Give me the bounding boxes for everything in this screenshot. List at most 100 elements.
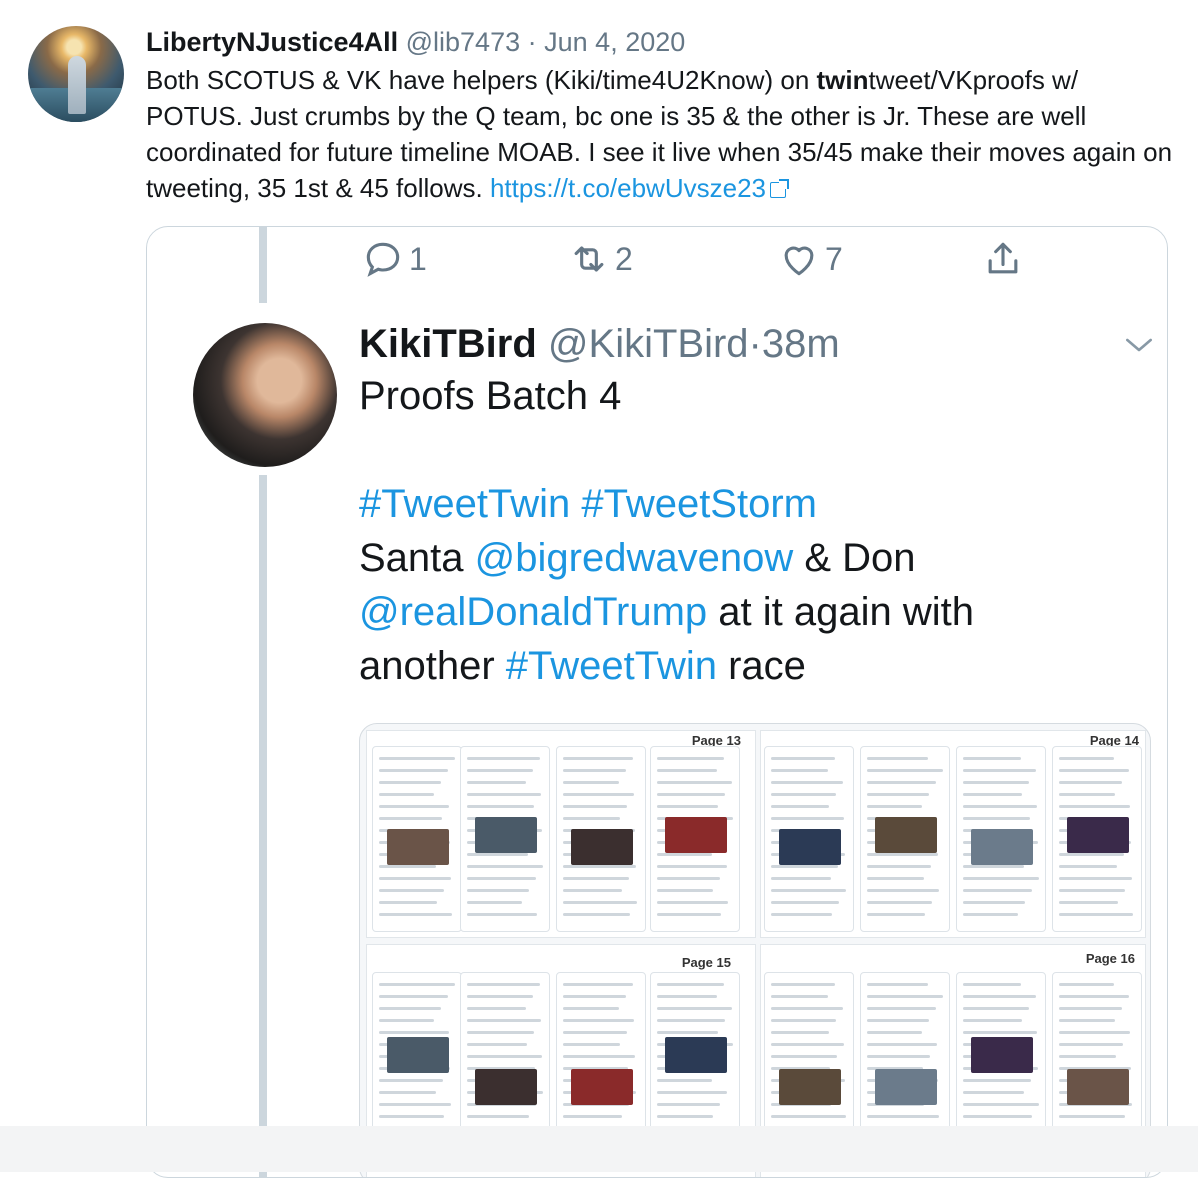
screen-photo: [875, 1069, 937, 1105]
retweet-action[interactable]: 2: [567, 237, 633, 281]
screen-text-line: [467, 865, 543, 868]
screen-photo: [665, 817, 727, 853]
screen-text-line: [563, 1019, 634, 1022]
screen-text-line: [963, 793, 1022, 796]
screen-text-line: [771, 1019, 836, 1022]
mention-realdonaldtrump[interactable]: @realDonaldTrump: [359, 590, 707, 634]
screen-text-line: [657, 757, 724, 760]
screen-text-line: [963, 817, 1030, 820]
screen-text-line: [867, 913, 925, 916]
screen-text-line: [467, 853, 528, 856]
screen-photo: [475, 817, 537, 853]
embedded-author-handle[interactable]: @KikiTBird: [548, 322, 749, 366]
screen-text-line: [771, 889, 846, 892]
collage-phone-screen: [956, 746, 1046, 932]
screen-text-line: [379, 1007, 441, 1010]
screen-text-line: [1059, 995, 1129, 998]
screen-text-line: [657, 995, 717, 998]
embedded-author-avatar[interactable]: [193, 323, 337, 467]
screen-text-line: [467, 983, 540, 986]
screen-text-line: [379, 877, 451, 880]
hashtag-tweetstorm[interactable]: #TweetStorm: [581, 482, 817, 526]
screen-text-line: [1059, 793, 1115, 796]
like-action[interactable]: 7: [777, 237, 843, 281]
screen-text-line: [657, 901, 728, 904]
screen-photo: [779, 1069, 841, 1105]
screen-text-line: [867, 769, 943, 772]
retweet-icon: [574, 246, 604, 272]
screen-text-line: [379, 995, 448, 998]
screen-text-line: [467, 913, 537, 916]
tweet-header: LibertyNJustice4All @lib7473 · Jun 4, 20…: [146, 26, 685, 58]
screen-text-line: [867, 865, 931, 868]
screen-text-line: [563, 983, 633, 986]
screen-text-line: [467, 757, 540, 760]
screen-text-line: [379, 781, 441, 784]
author-name[interactable]: LibertyNJustice4All: [146, 27, 398, 57]
screen-text-line: [771, 1007, 843, 1010]
screen-text-line: [867, 901, 932, 904]
hashtag-tweettwin-2[interactable]: #TweetTwin: [506, 644, 717, 688]
screen-text-line: [963, 1031, 1037, 1034]
screen-text-line: [963, 995, 1036, 998]
screenshot-collage[interactable]: Page 13 Page 14 Page 15 Page 16: [359, 723, 1151, 1177]
screen-text-line: [1059, 1115, 1125, 1118]
screen-text-line: [379, 769, 448, 772]
screen-text-line: [771, 1031, 829, 1034]
screen-text-line: [1059, 1019, 1115, 1022]
reply-icon: [366, 242, 400, 277]
screen-text-line: [563, 793, 634, 796]
embedded-media-card[interactable]: 1 2 7 KikiTBird @KikiTBird·38m Proofs Ba…: [146, 226, 1168, 1178]
screen-text-line: [563, 865, 636, 868]
screen-text-line: [379, 817, 442, 820]
embedded-author-name[interactable]: KikiTBird: [359, 322, 537, 366]
screen-text-line: [963, 769, 1036, 772]
screen-photo: [779, 829, 841, 865]
embedded-race-line: another #TweetTwin race: [359, 639, 1139, 693]
screen-text-line: [563, 1007, 619, 1010]
screen-text-line: [379, 757, 455, 760]
screen-text-line: [963, 901, 1025, 904]
collage-phone-screen: [460, 746, 550, 932]
screen-photo: [971, 1037, 1033, 1073]
screen-text-line: [963, 913, 1018, 916]
screen-text-line: [1059, 781, 1122, 784]
tweet-text: Both SCOTUS & VK have helpers (Kiki/time…: [146, 62, 1176, 206]
and-don-text: & Don: [793, 536, 916, 580]
embedded-trump-line: @realDonaldTrump at it again with: [359, 585, 1139, 639]
author-avatar[interactable]: [28, 26, 124, 122]
reply-action[interactable]: 1: [361, 237, 427, 281]
collage-phone-screen: [860, 746, 950, 932]
collage-phone-screen: [764, 746, 854, 932]
screen-photo: [571, 1069, 633, 1105]
hashtag-tweettwin[interactable]: #TweetTwin: [359, 482, 570, 526]
collage-phone-screen: [372, 746, 462, 932]
avatar-figure: [68, 56, 86, 114]
tweet-date[interactable]: Jun 4, 2020: [544, 27, 685, 57]
screen-text-line: [657, 1079, 712, 1082]
mention-bigredwavenow[interactable]: @bigredwavenow: [475, 536, 794, 580]
screen-text-line: [1059, 913, 1133, 916]
page-label-16: Page 16: [1085, 951, 1135, 966]
screen-photo: [475, 1069, 537, 1105]
screen-text-line: [771, 901, 839, 904]
share-action[interactable]: [981, 237, 1029, 281]
screen-text-line: [963, 1019, 1022, 1022]
screen-photo: [665, 1037, 727, 1073]
screen-text-line: [1059, 757, 1114, 760]
tweet-link[interactable]: https://t.co/ebwUvsze23: [490, 173, 766, 203]
screen-text-line: [1059, 1055, 1116, 1058]
screen-text-line: [771, 983, 835, 986]
like-icon: [784, 246, 814, 276]
screen-text-line: [771, 769, 828, 772]
screen-text-line: [379, 901, 437, 904]
screen-text-line: [867, 781, 936, 784]
screen-text-line: [1059, 983, 1114, 986]
chevron-down-icon[interactable]: [1119, 325, 1159, 365]
author-handle[interactable]: @lib7473: [406, 27, 521, 57]
screen-text-line: [963, 1115, 1032, 1118]
screen-text-line: [771, 781, 843, 784]
screen-text-line: [563, 889, 622, 892]
screen-text-line: [563, 913, 630, 916]
screen-text-line: [867, 853, 938, 856]
